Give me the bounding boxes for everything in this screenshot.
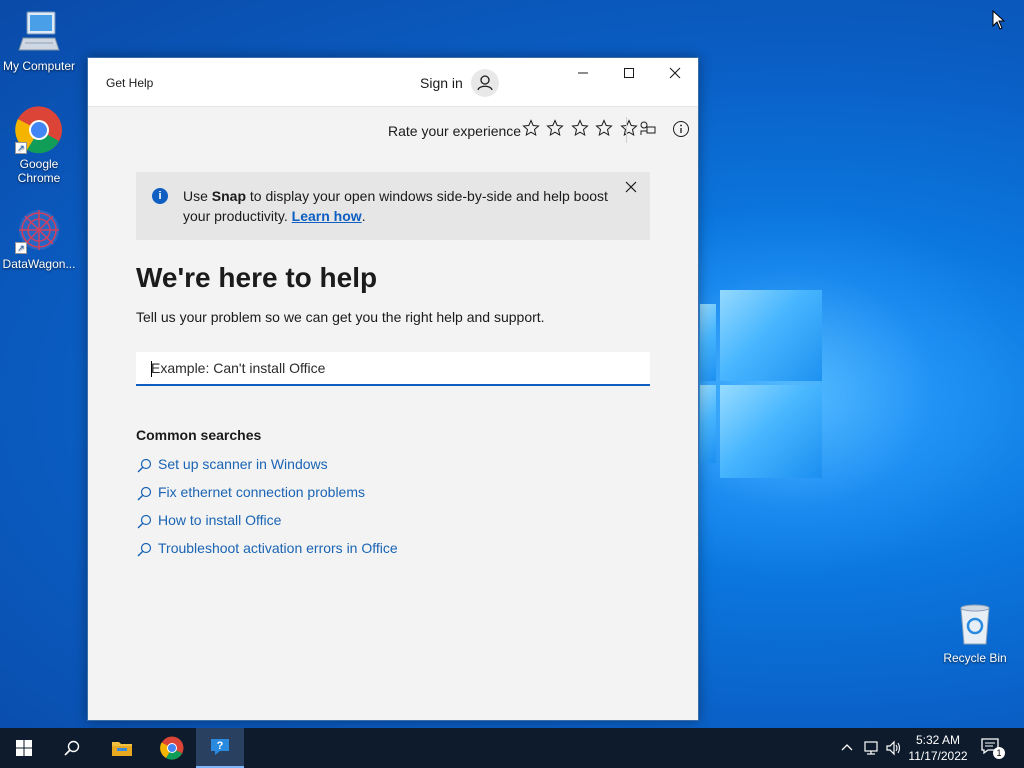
chrome-icon: ↗ bbox=[15, 106, 63, 154]
banner-text-bold: Snap bbox=[211, 188, 247, 204]
rate-experience-label: Rate your experience bbox=[388, 123, 522, 139]
desktop-icon-label: Recycle Bin bbox=[943, 651, 1007, 665]
common-search-label: Troubleshoot activation errors in Office bbox=[158, 540, 398, 556]
computer-icon bbox=[15, 8, 63, 56]
divider bbox=[626, 117, 627, 143]
desktop-icon-label: Google Chrome bbox=[17, 157, 61, 185]
info-button[interactable] bbox=[671, 119, 693, 141]
common-searches-title: Common searches bbox=[136, 427, 262, 443]
maximize-button[interactable] bbox=[606, 58, 652, 91]
common-search-label: Set up scanner in Windows bbox=[158, 456, 328, 472]
window-title: Get Help bbox=[106, 76, 154, 90]
text-caret bbox=[151, 361, 152, 377]
desktop-icon-my-computer[interactable]: My Computer bbox=[0, 8, 78, 73]
star-icon[interactable] bbox=[522, 119, 542, 141]
file-explorer-icon bbox=[112, 742, 132, 756]
desktop-icon-label: DataWagon... bbox=[2, 257, 76, 271]
common-search-item[interactable]: Fix ethernet connection problems bbox=[136, 484, 398, 512]
desktop-icon-google-chrome[interactable]: ↗ Google Chrome bbox=[0, 106, 78, 185]
banner-close-button[interactable] bbox=[624, 180, 642, 198]
maximize-icon bbox=[624, 68, 634, 78]
banner-text-suffix: . bbox=[361, 208, 366, 224]
volume-icon[interactable] bbox=[885, 739, 903, 757]
star-icon[interactable] bbox=[620, 119, 640, 141]
search-icon bbox=[137, 542, 152, 557]
sign-in-link[interactable]: Sign in bbox=[420, 75, 463, 91]
rating-bar: Rate your experience bbox=[88, 107, 698, 153]
search-icon bbox=[137, 486, 152, 501]
search-icon bbox=[137, 514, 152, 529]
file-explorer-button[interactable] bbox=[98, 728, 146, 768]
person-icon bbox=[477, 75, 493, 91]
share-icon bbox=[640, 121, 656, 135]
banner-message: Use Snap to display your open windows si… bbox=[183, 186, 623, 226]
banner-text-prefix: Use bbox=[183, 188, 212, 204]
taskbar: ? 5:32 AM 11/17/2022 1 bbox=[0, 728, 1024, 768]
windows-logo-pane bbox=[700, 385, 716, 463]
common-search-label: Fix ethernet connection problems bbox=[158, 484, 365, 500]
shortcut-arrow-icon: ↗ bbox=[15, 142, 27, 154]
get-help-icon: ? bbox=[211, 739, 229, 755]
start-icon bbox=[16, 740, 32, 756]
share-button[interactable] bbox=[638, 119, 660, 141]
recycle-bin-icon bbox=[951, 600, 999, 648]
desktop-icon-label: My Computer bbox=[2, 59, 76, 73]
system-clock[interactable]: 5:32 AM 11/17/2022 bbox=[902, 732, 974, 764]
windows-logo-pane bbox=[720, 385, 822, 478]
svg-text:?: ? bbox=[217, 740, 224, 752]
minimize-icon bbox=[578, 72, 588, 74]
search-icon bbox=[137, 458, 152, 473]
datawagon-icon: ↗ bbox=[15, 206, 63, 254]
shortcut-arrow-icon: ↗ bbox=[15, 242, 27, 254]
chrome-icon bbox=[160, 736, 184, 760]
desktop-icon-datawagon[interactable]: ↗ DataWagon... bbox=[0, 206, 78, 271]
snap-tip-banner: i Use Snap to display your open windows … bbox=[136, 172, 650, 240]
banner-text-body: to display your open windows side-by-sid… bbox=[183, 188, 608, 224]
windows-logo-pane bbox=[700, 304, 716, 381]
clock-time: 5:32 AM bbox=[915, 733, 961, 747]
window-titlebar[interactable]: Get Help Sign in bbox=[88, 58, 698, 107]
common-search-item[interactable]: How to install Office bbox=[136, 512, 398, 540]
star-icon[interactable] bbox=[571, 119, 591, 141]
close-icon bbox=[669, 67, 681, 79]
close-window-button[interactable] bbox=[652, 58, 698, 91]
search-input[interactable] bbox=[136, 352, 650, 384]
info-badge-icon: i bbox=[152, 188, 168, 204]
windows-logo-pane bbox=[720, 290, 822, 381]
learn-how-link[interactable]: Learn how bbox=[292, 208, 362, 224]
common-search-item[interactable]: Set up scanner in Windows bbox=[136, 456, 398, 484]
desktop-icon-recycle-bin[interactable]: Recycle Bin bbox=[936, 600, 1014, 665]
page-subtitle: Tell us your problem so we can get you t… bbox=[136, 309, 545, 325]
get-help-taskbar-button[interactable]: ? bbox=[196, 728, 244, 768]
search-icon bbox=[64, 740, 80, 756]
taskbar-search-button[interactable] bbox=[48, 728, 96, 768]
page-title: We're here to help bbox=[136, 262, 378, 293]
get-help-window: Get Help Sign in Rate your experience i … bbox=[87, 57, 699, 721]
mouse-cursor-icon bbox=[992, 10, 1006, 30]
search-field[interactable] bbox=[136, 352, 650, 386]
chrome-taskbar-button[interactable] bbox=[148, 728, 196, 768]
avatar[interactable] bbox=[471, 69, 499, 97]
star-icon[interactable] bbox=[546, 119, 566, 141]
star-icon[interactable] bbox=[595, 119, 615, 141]
star-rating bbox=[522, 119, 640, 141]
info-icon bbox=[673, 121, 689, 137]
close-icon bbox=[625, 181, 637, 193]
common-search-label: How to install Office bbox=[158, 512, 282, 528]
notification-count-badge: 1 bbox=[993, 747, 1005, 759]
minimize-button[interactable] bbox=[560, 58, 606, 91]
clock-date: 11/17/2022 bbox=[908, 749, 968, 763]
start-button[interactable] bbox=[0, 728, 48, 768]
network-icon[interactable] bbox=[862, 739, 880, 757]
common-searches-list: Set up scanner in Windows Fix ethernet c… bbox=[136, 456, 398, 568]
chevron-up-icon[interactable] bbox=[838, 739, 856, 757]
action-center-button[interactable]: 1 bbox=[980, 737, 1005, 759]
common-search-item[interactable]: Troubleshoot activation errors in Office bbox=[136, 540, 398, 568]
